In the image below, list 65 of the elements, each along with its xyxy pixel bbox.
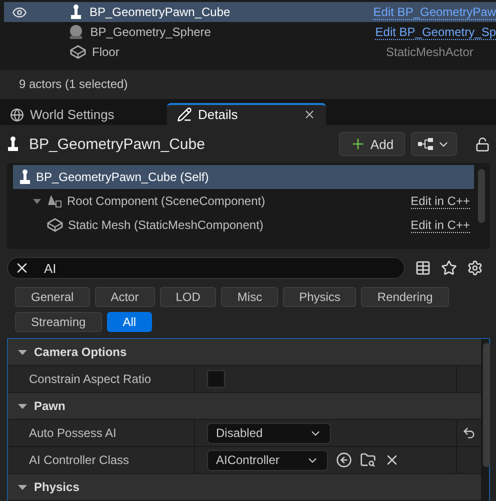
- scene-icon: [46, 194, 62, 208]
- hierarchy-icon: [418, 138, 434, 150]
- outliner-row[interactable]: BP_GeometryPawn_Cube Edit BP_GeometryPaw: [4, 2, 496, 22]
- property-label: AI Controller Class: [8, 447, 195, 473]
- globe-icon: [10, 108, 24, 122]
- property-label: Constrain Aspect Ratio: [8, 366, 195, 392]
- filter-button[interactable]: General: [15, 287, 90, 307]
- settings-icon[interactable]: [467, 260, 483, 276]
- add-button[interactable]: Add: [339, 132, 405, 156]
- hierarchy-button[interactable]: [411, 132, 457, 156]
- actor-name: Floor: [92, 45, 120, 59]
- pawn-icon: [7, 136, 19, 152]
- reset-arrow-icon[interactable]: [462, 426, 476, 440]
- component-row[interactable]: Root Component (SceneComponent) Edit in C++: [13, 189, 474, 213]
- star-icon[interactable]: [441, 260, 457, 276]
- folder-search-icon[interactable]: [360, 452, 376, 468]
- scrollbar[interactable]: [478, 169, 485, 223]
- expand-arrow-icon[interactable]: [18, 484, 27, 490]
- filter-button[interactable]: Actor: [94, 287, 155, 307]
- actor-name: BP_GeometryPawn_Cube: [89, 5, 232, 19]
- expand-arrow-icon[interactable]: [33, 197, 41, 205]
- eye-icon[interactable]: [12, 4, 27, 20]
- scrollbar[interactable]: [483, 343, 490, 467]
- class-dropdown[interactable]: AIController: [207, 450, 328, 470]
- edit-link[interactable]: Edit in C++: [410, 194, 470, 208]
- filter-button[interactable]: All: [106, 312, 152, 332]
- category-header[interactable]: Pawn: [8, 393, 481, 420]
- pencil-icon: [177, 107, 192, 122]
- component-label: BP_GeometryPawn_Cube (Self): [36, 170, 210, 184]
- close-icon[interactable]: [303, 108, 316, 122]
- component-row[interactable]: BP_GeometryPawn_Cube (Self): [13, 165, 474, 189]
- expand-arrow-icon[interactable]: [18, 402, 27, 410]
- filter-button[interactable]: LOD: [160, 287, 216, 307]
- arrow-left-circle-icon[interactable]: [336, 452, 352, 468]
- edit-link[interactable]: Edit in C++: [410, 218, 470, 232]
- actor-name: BP_Geometry_Sphere: [90, 25, 212, 39]
- dropdown[interactable]: Disabled: [207, 422, 331, 444]
- property-label: Auto Possess AI: [8, 420, 195, 446]
- component-label: Static Mesh (StaticMeshComponent): [68, 218, 264, 232]
- table-icon[interactable]: [415, 260, 431, 276]
- actor-type: StaticMeshActor: [386, 45, 474, 59]
- pawn-icon: [70, 4, 82, 20]
- component-row[interactable]: Static Mesh (StaticMeshComponent) Edit in C++: [13, 213, 474, 237]
- cube-icon: [47, 218, 63, 232]
- actor-title: BP_GeometryPawn_Cube: [29, 136, 206, 152]
- outliner-row[interactable]: BP_Geometry_Sphere Edit BP_Geometry_Sp: [4, 22, 496, 42]
- checkbox[interactable]: [207, 370, 225, 388]
- actor-count: 9 actors (1 selected): [19, 77, 128, 92]
- pawn-icon: [19, 169, 31, 185]
- filter-button[interactable]: Misc: [221, 287, 278, 307]
- panel-tab[interactable]: Details: [167, 102, 326, 125]
- category-header[interactable]: Camera Options: [8, 339, 481, 366]
- lock-open-icon[interactable]: [475, 136, 490, 152]
- outliner-row[interactable]: Floor StaticMeshActor: [4, 42, 496, 62]
- filter-button[interactable]: Streaming: [15, 312, 102, 332]
- panel-tab[interactable]: World Settings: [0, 102, 167, 125]
- expand-arrow-icon[interactable]: [18, 348, 27, 356]
- category-header[interactable]: Physics: [8, 474, 481, 501]
- edit-link[interactable]: Edit BP_Geometry_Sp: [375, 24, 496, 40]
- search-field[interactable]: AI: [7, 257, 405, 279]
- cube-icon: [70, 45, 86, 59]
- sphere-icon: [68, 24, 84, 40]
- filter-button[interactable]: Rendering: [361, 287, 449, 307]
- component-label: Root Component (SceneComponent): [67, 194, 266, 208]
- filter-button[interactable]: Physics: [283, 287, 356, 307]
